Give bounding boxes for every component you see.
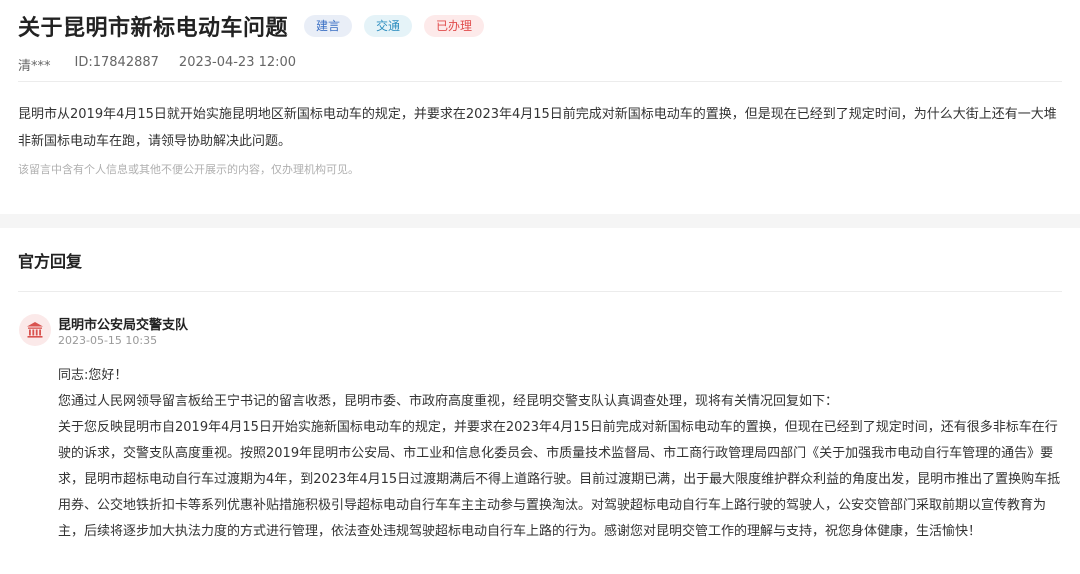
government-building-icon	[19, 314, 51, 346]
privacy-notice: 该留言中含有个人信息或其他不便公开展示的内容，仅办理机构可见。	[18, 163, 359, 176]
tag-traffic[interactable]: 交通	[364, 15, 413, 37]
reply-paragraph: 您通过人民网领导留言板给王宁书记的留言收悉，昆明市委、市政府高度重视，经昆明交警…	[58, 394, 839, 409]
author-name: 清***	[18, 59, 51, 74]
tag-suggestion[interactable]: 建言	[304, 15, 353, 37]
reply-section-title: 官方回复	[18, 252, 83, 271]
question-card: 关于昆明市新标电动车问题 建言 交通 已办理 清*** ID:17842887 …	[0, 0, 1080, 214]
reply-paragraph: 同志:您好！	[58, 368, 128, 383]
post-datetime: 2023-04-23 12:00	[178, 55, 297, 70]
tag-status-done: 已办理	[424, 15, 485, 37]
reply-org-name: 昆明市公安局交警支队	[58, 318, 189, 333]
question-title: 关于昆明市新标电动车问题	[18, 16, 289, 41]
title-row: 关于昆明市新标电动车问题 建言 交通 已办理	[18, 8, 485, 44]
question-content: 昆明市从2019年4月15日就开始实施昆明地区新国标电动车的规定，并要求在202…	[18, 107, 1057, 149]
question-meta: 清*** ID:17842887 2023-04-23 12:00	[18, 55, 316, 74]
section-gap	[0, 214, 1080, 228]
reply-datetime: 2023-05-15 10:35	[58, 334, 158, 347]
divider	[18, 81, 1062, 82]
message-id: ID:17842887	[74, 55, 159, 70]
reply-content: 同志:您好！ 您通过人民网领导留言板给王宁书记的留言收悉，昆明市委、市政府高度重…	[58, 363, 1070, 545]
reply-paragraph: 关于您反映昆明市自2019年4月15日开始实施新国标电动车的规定，并要求在202…	[58, 420, 1061, 539]
divider	[18, 291, 1062, 292]
